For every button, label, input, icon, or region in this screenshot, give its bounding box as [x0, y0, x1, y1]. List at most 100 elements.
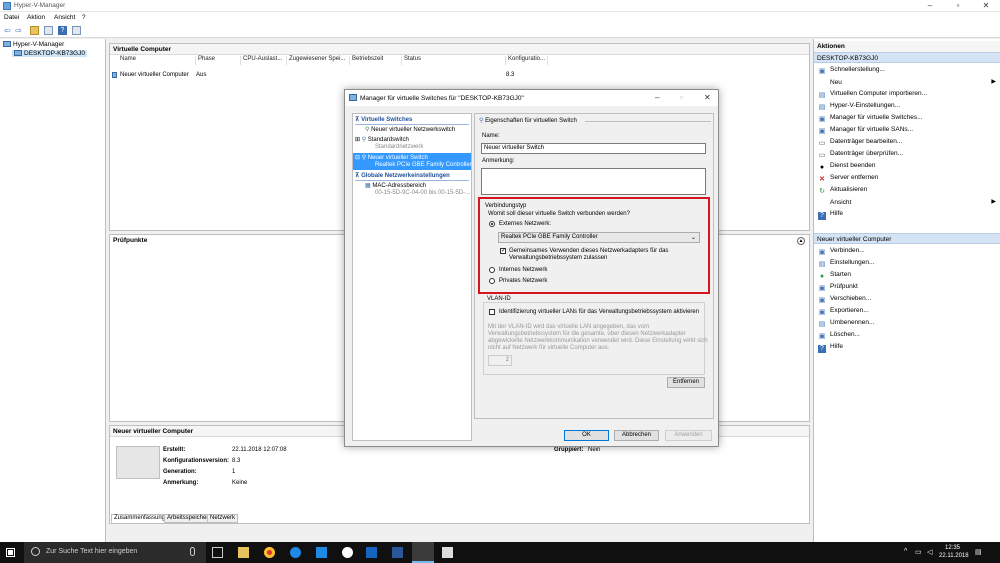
section-virtual-switches[interactable]: ⊼ Virtuelle Switches	[355, 116, 412, 123]
chrome-icon[interactable]	[264, 547, 275, 558]
note-label: Anmerkung:	[482, 158, 515, 164]
action-export[interactable]: ▣ Exportieren...	[818, 307, 998, 319]
action-inspect-disk[interactable]: ▭ Datenträger überprüfen...	[818, 150, 998, 162]
back-arrow-icon[interactable]: ⇦	[3, 26, 12, 35]
quick-create-icon: ▣	[818, 68, 826, 75]
action-hyperv-settings[interactable]: ▤ Hyper-V-Einstellungen...	[818, 102, 998, 114]
col-cpu[interactable]: CPU-Auslast...	[241, 56, 287, 65]
maximize-icon[interactable]: ▫	[680, 93, 683, 102]
task-view-icon[interactable]	[212, 547, 223, 558]
expand-icon: ⊞	[355, 137, 362, 143]
vm-thumbnail	[116, 446, 160, 479]
menu-help[interactable]: ?	[82, 14, 86, 21]
collapse-icon: ⊟	[355, 155, 362, 161]
switch-list: ⊼ Virtuelle Switches ⚲ Neuer virtueller …	[352, 113, 472, 441]
action-checkpoint[interactable]: ▣ Prüfpunkt	[818, 283, 998, 295]
action-edit-disk[interactable]: ▭ Datenträger bearbeiten...	[818, 138, 998, 150]
col-config[interactable]: Konfiguratio...	[506, 56, 548, 65]
app-icon[interactable]	[342, 547, 353, 558]
action-pane-icon[interactable]	[72, 26, 81, 35]
collapse-icon[interactable]: ▲	[797, 237, 805, 245]
forward-arrow-icon[interactable]: ⇨	[14, 26, 23, 35]
taskbar-search[interactable]: Zur Suche Text hier eingeben	[24, 542, 206, 563]
action-help[interactable]: ? Hilfe	[818, 210, 998, 222]
action-remove-server[interactable]: ✕ Server entfernen	[818, 174, 998, 186]
section-global-network[interactable]: ⊼ Globale Netzwerkeinstellungen	[355, 172, 450, 179]
console-tree-icon[interactable]	[44, 26, 53, 35]
clock-date[interactable]: 22.11.2018	[939, 553, 969, 559]
tab-network[interactable]: Netzwerk	[207, 514, 239, 523]
microphone-icon[interactable]	[190, 547, 195, 556]
vlan-id-input[interactable]: 2	[488, 355, 512, 366]
file-explorer-icon[interactable]	[238, 547, 249, 558]
action-connect[interactable]: ▣ Verbinden...	[818, 247, 998, 259]
browser-icon[interactable]	[290, 547, 301, 558]
generation-value: 1	[232, 469, 236, 475]
switch-name-input[interactable]: Neuer virtueller Switch	[481, 143, 706, 154]
submenu-arrow-icon: ▶	[991, 199, 996, 205]
list-item-new-switch[interactable]: ⚲ Neuer virtueller Netzwerkswitch	[365, 126, 455, 133]
tree-host[interactable]: DESKTOP-KB73GJ0	[12, 50, 87, 57]
menu-aktion[interactable]: Aktion	[27, 14, 45, 21]
list-item-mac-range[interactable]: ▦ MAC-Adressbereich	[365, 182, 426, 189]
col-phase[interactable]: Phase	[196, 56, 241, 65]
props-header: ⚲ Eigenschaften für virtuellen Switch	[479, 118, 577, 124]
action-stop-service[interactable]: ● Dienst beenden	[818, 162, 998, 174]
ok-button[interactable]: OK	[564, 430, 609, 441]
photos-icon[interactable]	[442, 547, 453, 558]
vlan-checkbox[interactable]	[489, 309, 495, 315]
settings-app-icon[interactable]	[316, 547, 327, 558]
menu-datei[interactable]: Datei	[4, 14, 19, 21]
apply-button[interactable]: Anwenden	[665, 430, 712, 441]
col-name[interactable]: Name	[118, 56, 196, 65]
remove-button[interactable]: Entfernen	[667, 377, 705, 388]
actions-host-header[interactable]: DESKTOP-KB73GJ0	[814, 52, 1000, 63]
network-icon[interactable]: ▭	[915, 548, 922, 556]
action-vm-help[interactable]: ? Hilfe	[818, 343, 998, 355]
action-switch-manager[interactable]: ▣ Manager für virtuelle Switches...	[818, 114, 998, 126]
note-textarea[interactable]	[481, 168, 706, 195]
col-uptime[interactable]: Betriebszeit	[350, 56, 402, 65]
folder-icon[interactable]	[30, 26, 39, 35]
highlight-frame	[478, 197, 710, 294]
maximize-icon[interactable]: ▫	[944, 0, 972, 12]
list-item-default-switch[interactable]: ⊞ ⚲ Standardswitch	[355, 136, 409, 143]
action-import-vm[interactable]: ▤ Virtuellen Computer importieren...	[818, 90, 998, 102]
help-icon[interactable]: ?	[58, 26, 67, 35]
cancel-button[interactable]: Abbrechen	[614, 430, 659, 441]
minimize-icon[interactable]: –	[916, 0, 944, 12]
action-san-manager[interactable]: ▣ Manager für virtuelle SANs...	[818, 126, 998, 138]
windows-start-icon[interactable]	[6, 548, 15, 557]
tab-memory[interactable]: Arbeitsspeicher	[164, 514, 212, 523]
menu-ansicht[interactable]: Ansicht	[54, 14, 75, 21]
action-new[interactable]: Neu ▶	[818, 78, 998, 90]
close-icon[interactable]: ✕	[704, 93, 711, 102]
action-start[interactable]: ● Starten	[818, 271, 998, 283]
action-view[interactable]: Ansicht ▶	[818, 198, 998, 210]
action-move[interactable]: ▣ Verschieben...	[818, 295, 998, 307]
volume-icon[interactable]: ◁	[927, 548, 932, 556]
actions-vm-header[interactable]: Neuer virtueller Computer	[814, 233, 1000, 244]
list-item-selected-switch[interactable]: ⊟ ⚲ Neuer virtueller Switch	[355, 154, 428, 161]
word-icon[interactable]	[392, 547, 403, 558]
clock-time[interactable]: 12:35	[945, 545, 960, 551]
tray-up-icon[interactable]: ^	[904, 548, 907, 555]
action-rename[interactable]: ▤ Umbenennen...	[818, 319, 998, 331]
tab-summary[interactable]: Zusammenfassung	[111, 514, 169, 523]
table-row[interactable]: Neuer virtueller Computer Aus 8.3	[112, 72, 548, 81]
col-memory[interactable]: Zugewiesener Spei...	[287, 56, 350, 65]
rename-icon: ▤	[818, 321, 826, 328]
outlook-icon[interactable]	[366, 547, 377, 558]
notification-icon[interactable]: ▤	[975, 548, 982, 556]
action-vm-settings[interactable]: ▤ Einstellungen...	[818, 259, 998, 271]
settings-icon: ▤	[818, 104, 826, 111]
hyper-v-taskbar-icon[interactable]	[412, 542, 434, 563]
col-status[interactable]: Status	[402, 56, 506, 65]
close-icon[interactable]: ✕	[972, 0, 1000, 12]
tree-root[interactable]: Hyper-V-Manager	[3, 41, 64, 48]
action-delete[interactable]: ▣ Löschen...	[818, 331, 998, 343]
minimize-icon[interactable]: –	[655, 93, 659, 102]
action-refresh[interactable]: ↻ Aktualisieren	[818, 186, 998, 198]
menu-bar: Datei Aktion Ansicht ?	[0, 12, 1000, 23]
action-quick-create[interactable]: ▣ Schnellerstellung...	[818, 66, 998, 78]
